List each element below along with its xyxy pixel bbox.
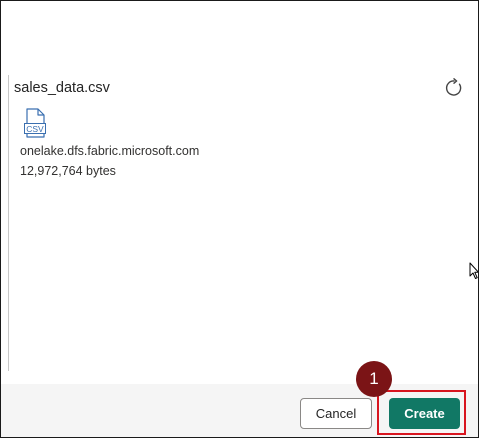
file-name: sales_data.csv [14, 80, 110, 96]
refresh-button[interactable] [444, 78, 464, 98]
dialog: sales_data.csv CSV onelake.dfs.fabric.mi… [0, 0, 479, 438]
csv-icon-label: CSV [24, 123, 46, 134]
panel-divider [8, 75, 9, 371]
dialog-footer: Cancel Create [1, 384, 478, 437]
file-preview-panel: sales_data.csv CSV onelake.dfs.fabric.mi… [14, 78, 474, 368]
csv-file-icon: CSV [22, 108, 48, 138]
file-host: onelake.dfs.fabric.microsoft.com [20, 144, 200, 158]
file-size: 12,972,764 bytes [20, 164, 116, 178]
refresh-icon [445, 78, 462, 96]
step-number-badge: 1 [356, 361, 392, 397]
cancel-button[interactable]: Cancel [300, 398, 372, 429]
mouse-pointer-icon [469, 262, 478, 280]
create-button[interactable]: Create [389, 398, 460, 429]
